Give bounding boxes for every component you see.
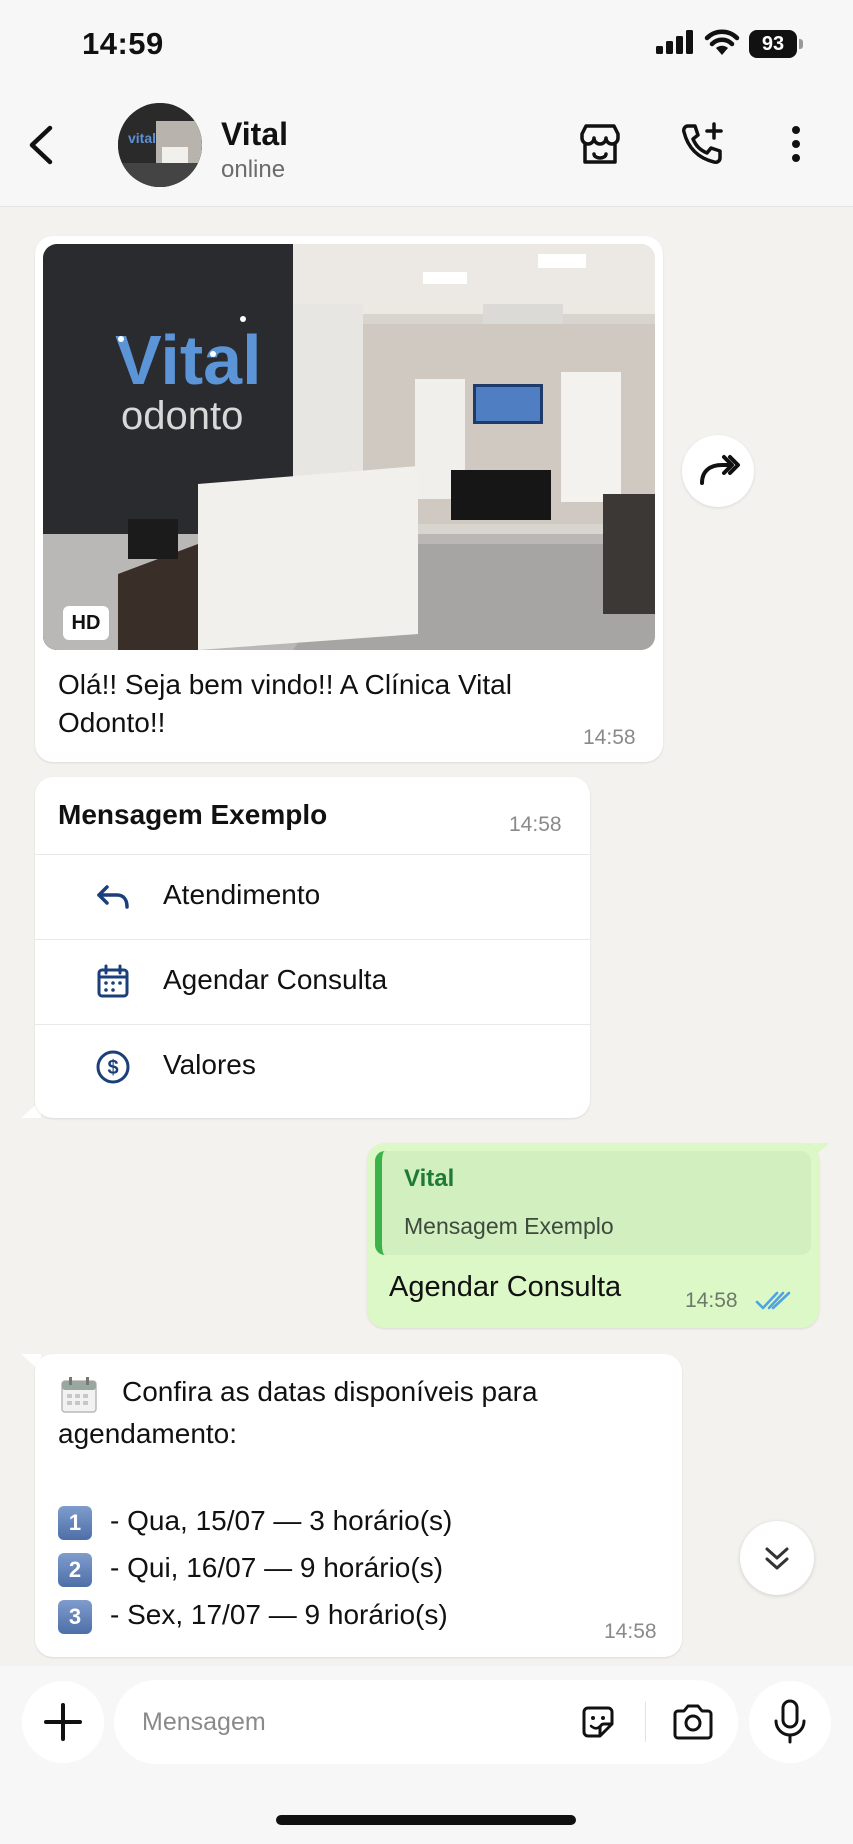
svg-text:Vital: Vital: [115, 321, 262, 399]
reply-icon: [97, 885, 129, 909]
contact-name[interactable]: Vital: [221, 116, 288, 153]
voice-message-button[interactable]: [749, 1681, 831, 1763]
outgoing-text: Agendar Consulta: [389, 1271, 622, 1303]
date-option-2[interactable]: 2 - Qui, 16/07 — 9 horário(s): [58, 1552, 443, 1587]
microphone-icon: [774, 1699, 806, 1744]
hd-badge: HD: [63, 606, 109, 640]
svg-text:odonto: odonto: [121, 394, 243, 438]
contact-status: online: [221, 156, 286, 183]
double-chevron-down-icon: [765, 1547, 789, 1570]
quoted-text: Mensagem Exemplo: [404, 1213, 614, 1239]
svg-text:vital: vital: [128, 130, 156, 146]
date-option-text: - Qui, 16/07 — 9 horário(s): [110, 1552, 444, 1583]
forward-button[interactable]: [682, 435, 754, 507]
date-option-text: - Qua, 15/07 — 3 horário(s): [110, 1505, 453, 1536]
home-indicator[interactable]: [276, 1815, 576, 1825]
available-dates-bubble: Confira as datas disponíveis para agenda…: [35, 1354, 682, 1657]
message-input-placeholder: Mensagem: [142, 1708, 266, 1736]
menu-item-agendar-consulta[interactable]: Agendar Consulta: [35, 939, 590, 1025]
message-time: 14:58: [604, 1620, 657, 1643]
sticker-icon[interactable]: [578, 1702, 618, 1742]
svg-text:$: $: [107, 1057, 118, 1079]
scroll-to-bottom-button[interactable]: [740, 1521, 814, 1595]
dates-intro-line2: agendamento:: [58, 1418, 238, 1449]
add-call-icon[interactable]: [678, 120, 726, 168]
battery-indicator: 93: [749, 30, 797, 58]
menu-item-label: Valores: [163, 1049, 256, 1080]
quoted-message[interactable]: Vital Mensagem Exemplo: [375, 1151, 811, 1255]
menu-item-valores[interactable]: $ Valores: [35, 1024, 590, 1110]
clinic-photo[interactable]: Vital odonto HD: [43, 244, 655, 650]
storefront-icon[interactable]: [576, 120, 624, 168]
attach-button[interactable]: [22, 1681, 104, 1763]
wifi-icon: [704, 29, 740, 55]
status-time: 14:59: [82, 26, 164, 61]
message-time: 14:58: [509, 813, 562, 836]
menu-item-label: Agendar Consulta: [163, 964, 388, 995]
dates-intro-line1: Confira as datas disponíveis para: [122, 1376, 538, 1407]
composer-divider: [645, 1702, 646, 1742]
keycap-1-icon: 1: [58, 1505, 92, 1540]
dollar-icon: $: [96, 1050, 130, 1084]
forward-icon: [700, 455, 740, 485]
menu-item-atendimento[interactable]: Atendimento: [35, 854, 590, 940]
image-message-bubble[interactable]: Vital odonto HD Olá!! Seja bem vindo!! A…: [35, 236, 663, 762]
interactive-menu-bubble: Mensagem Exemplo 14:58 Atendimento Agend…: [35, 777, 590, 1118]
back-arrow-icon[interactable]: [22, 120, 62, 170]
outgoing-message-bubble[interactable]: Vital Mensagem Exemplo Agendar Consulta …: [367, 1143, 819, 1328]
status-bar: 14:59 93: [0, 0, 853, 90]
signal-icon: [656, 30, 693, 54]
calendar-emoji-icon: [61, 1377, 97, 1413]
read-receipt-icon: [755, 1291, 791, 1310]
menu-item-label: Atendimento: [163, 879, 321, 910]
date-option-text: - Sex, 17/07 — 9 horário(s): [110, 1599, 448, 1630]
message-time: 14:58: [685, 1289, 738, 1312]
chat-header: vital Vital online: [0, 90, 853, 207]
quoted-sender: Vital: [404, 1165, 455, 1192]
keycap-2-icon: 2: [58, 1552, 92, 1587]
date-option-1[interactable]: 1 - Qua, 15/07 — 3 horário(s): [58, 1505, 452, 1540]
camera-icon[interactable]: [671, 1702, 715, 1742]
message-time: 14:58: [583, 726, 636, 749]
calendar-icon: [97, 964, 129, 998]
plus-icon: [44, 1703, 82, 1741]
avatar[interactable]: vital: [118, 103, 202, 187]
menu-title: Mensagem Exemplo: [58, 799, 328, 830]
more-options-icon[interactable]: [772, 120, 820, 168]
date-option-3[interactable]: 3 - Sex, 17/07 — 9 horário(s): [58, 1599, 448, 1634]
battery-tip: [799, 39, 803, 49]
image-caption: Olá!! Seja bem vindo!! A Clínica Vital O…: [58, 669, 512, 738]
keycap-3-icon: 3: [58, 1599, 92, 1634]
